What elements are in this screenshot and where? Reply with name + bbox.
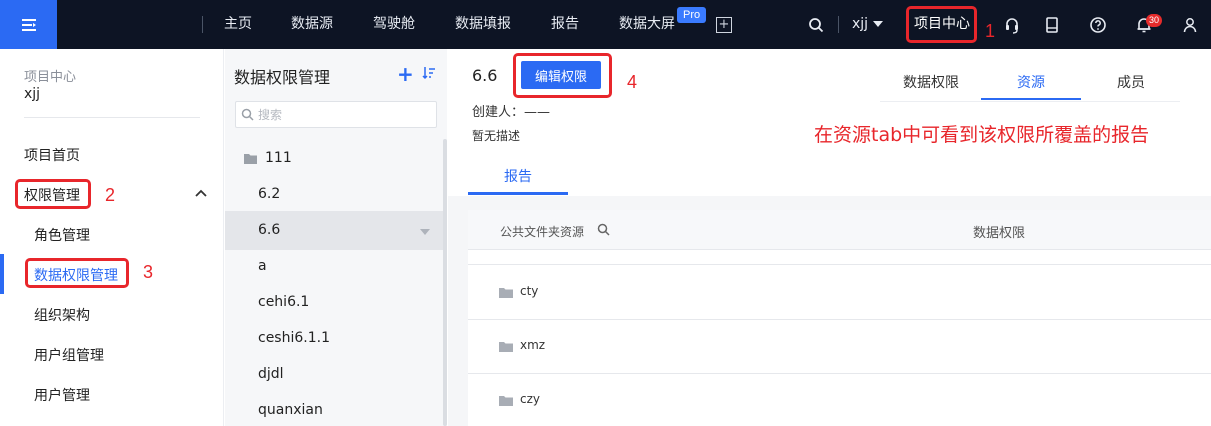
- folder-icon: [499, 288, 513, 298]
- nav-data-fill[interactable]: 数据填报: [455, 0, 511, 49]
- sidebar-item-project-home[interactable]: 项目首页: [24, 145, 80, 165]
- tree-search-input[interactable]: [258, 106, 428, 124]
- tree-item-label: quanxian: [258, 402, 323, 418]
- nav-datasource[interactable]: 数据源: [291, 0, 333, 49]
- project-label: 项目中心: [24, 70, 77, 85]
- notification-badge: 30: [1146, 14, 1163, 27]
- user-icon[interactable]: [1180, 15, 1200, 35]
- annotation-box-3: [25, 258, 129, 288]
- caret-down-icon[interactable]: [420, 229, 430, 235]
- tree-item[interactable]: cehi6.1: [225, 283, 443, 322]
- hamburger-menu-icon: [21, 18, 36, 31]
- nav-home[interactable]: 主页: [224, 0, 252, 49]
- tree-item[interactable]: djdl: [225, 355, 443, 394]
- nav-separator: [202, 16, 203, 33]
- nav-report[interactable]: 报告: [551, 0, 579, 49]
- tree-item[interactable]: 111: [225, 139, 443, 178]
- bookmark-icon[interactable]: [1042, 15, 1062, 35]
- sidebar-item-role-management[interactable]: 角色管理: [34, 225, 90, 245]
- folder-icon: [499, 396, 513, 406]
- nav-big-screen[interactable]: 数据大屏: [619, 0, 675, 49]
- pro-badge: Pro: [677, 7, 707, 23]
- sidebar-item-user-management[interactable]: 用户管理: [34, 385, 90, 405]
- annotation-box-2: [15, 179, 91, 209]
- permission-tree-panel: 数据权限管理 + 111 6.2 6.6 a cehi6.1 ceshi6.1.…: [225, 49, 447, 426]
- tree-scrollbar[interactable]: [443, 139, 447, 426]
- resource-area: 报告 公共文件夹资源 数据权限 cty xmz czy: [448, 153, 1211, 426]
- headset-icon[interactable]: [1002, 15, 1022, 35]
- hamburger-menu-button[interactable]: [0, 0, 57, 49]
- table-row[interactable]: xmz: [468, 320, 1211, 374]
- tab-data-permission[interactable]: 数据权限: [903, 72, 959, 92]
- folder-name: cty: [520, 284, 539, 298]
- subtab-report[interactable]: 报告: [504, 166, 532, 186]
- folder-name: czy: [520, 392, 540, 406]
- detail-tabs: 数据权限 资源 成员: [880, 59, 1180, 101]
- nav-cockpit[interactable]: 驾驶舱: [373, 0, 415, 49]
- search-icon[interactable]: [806, 15, 826, 35]
- annotation-note: 在资源tab中可看到该权限所覆盖的报告: [814, 124, 1150, 146]
- project-name: xjj: [24, 86, 41, 102]
- help-icon[interactable]: [1088, 15, 1108, 35]
- top-navigation-bar: 主页 数据源 驾驶舱 数据填报 报告 数据大屏 Pro + xjj 项目中心 3…: [0, 0, 1211, 49]
- user-dropdown[interactable]: xjj: [852, 0, 868, 49]
- annotation-number-4: 4: [627, 72, 638, 92]
- column-header-data-permission: 数据权限: [973, 226, 1026, 241]
- table-spacer-row: [468, 251, 1211, 265]
- sort-icon[interactable]: [422, 66, 436, 80]
- folder-name: xmz: [520, 338, 546, 352]
- tree-search-box: [235, 101, 437, 128]
- annotation-number-1: 1: [985, 21, 996, 41]
- permission-title: 6.6: [472, 66, 498, 85]
- tree-item-selected[interactable]: 6.6: [225, 211, 443, 250]
- tree-item[interactable]: quanxian: [225, 391, 443, 426]
- tree-item[interactable]: 6.2: [225, 175, 443, 214]
- nav-separator: [838, 16, 839, 33]
- tree-item-label: djdl: [258, 366, 284, 382]
- search-icon[interactable]: [597, 223, 610, 236]
- active-indicator: [0, 254, 4, 294]
- chevron-down-icon: [873, 21, 883, 27]
- description-text: 暂无描述: [472, 129, 521, 143]
- folder-icon: [244, 154, 257, 164]
- tab-members[interactable]: 成员: [1117, 72, 1145, 92]
- annotation-box-4: [513, 53, 612, 98]
- tabs-divider: [880, 101, 1180, 102]
- add-screen-icon[interactable]: +: [716, 17, 732, 33]
- annotation-box-1: [906, 6, 977, 43]
- tree-item-label: ceshi6.1.1: [258, 330, 330, 346]
- tree-item-label: 111: [265, 150, 292, 166]
- chevron-up-icon[interactable]: [195, 189, 207, 197]
- tab-resource[interactable]: 资源: [1017, 72, 1045, 92]
- main-content: 6.6 编辑权限 创建人：—— 暂无描述 数据权限 资源 成员 报告 公共文件夹…: [448, 49, 1211, 426]
- column-header-public-folder: 公共文件夹资源: [500, 225, 585, 239]
- left-sidebar: 项目中心 xjj 项目首页 权限管理 角色管理 数据权限管理 组织架构 用户组管…: [0, 49, 224, 426]
- active-subtab-underline: [468, 192, 568, 195]
- sidebar-divider: [24, 117, 200, 118]
- folder-icon: [499, 342, 513, 352]
- tree-item-label: cehi6.1: [258, 294, 310, 310]
- annotation-number-2: 2: [105, 185, 116, 205]
- tree-item-label: 6.2: [258, 186, 281, 202]
- resource-table: 公共文件夹资源 数据权限 cty xmz czy: [468, 210, 1211, 426]
- tree-item[interactable]: a: [225, 247, 443, 286]
- add-permission-icon[interactable]: +: [397, 64, 414, 84]
- tree-item[interactable]: ceshi6.1.1: [225, 319, 443, 358]
- tree-title: 数据权限管理: [234, 68, 331, 87]
- creator-text: 创建人：——: [472, 105, 551, 120]
- annotation-number-3: 3: [143, 262, 154, 282]
- active-tab-underline: [981, 98, 1081, 100]
- table-header: 公共文件夹资源 数据权限: [468, 210, 1211, 250]
- table-row[interactable]: cty: [468, 266, 1211, 320]
- search-icon: [241, 108, 254, 121]
- table-row[interactable]: czy: [468, 374, 1211, 426]
- tree-item-label: 6.6: [258, 222, 281, 238]
- resource-subtabs: 报告: [448, 153, 1211, 196]
- sidebar-item-org-structure[interactable]: 组织架构: [34, 305, 90, 325]
- tree-item-label: a: [258, 258, 267, 274]
- sidebar-item-user-group-management[interactable]: 用户组管理: [34, 345, 104, 365]
